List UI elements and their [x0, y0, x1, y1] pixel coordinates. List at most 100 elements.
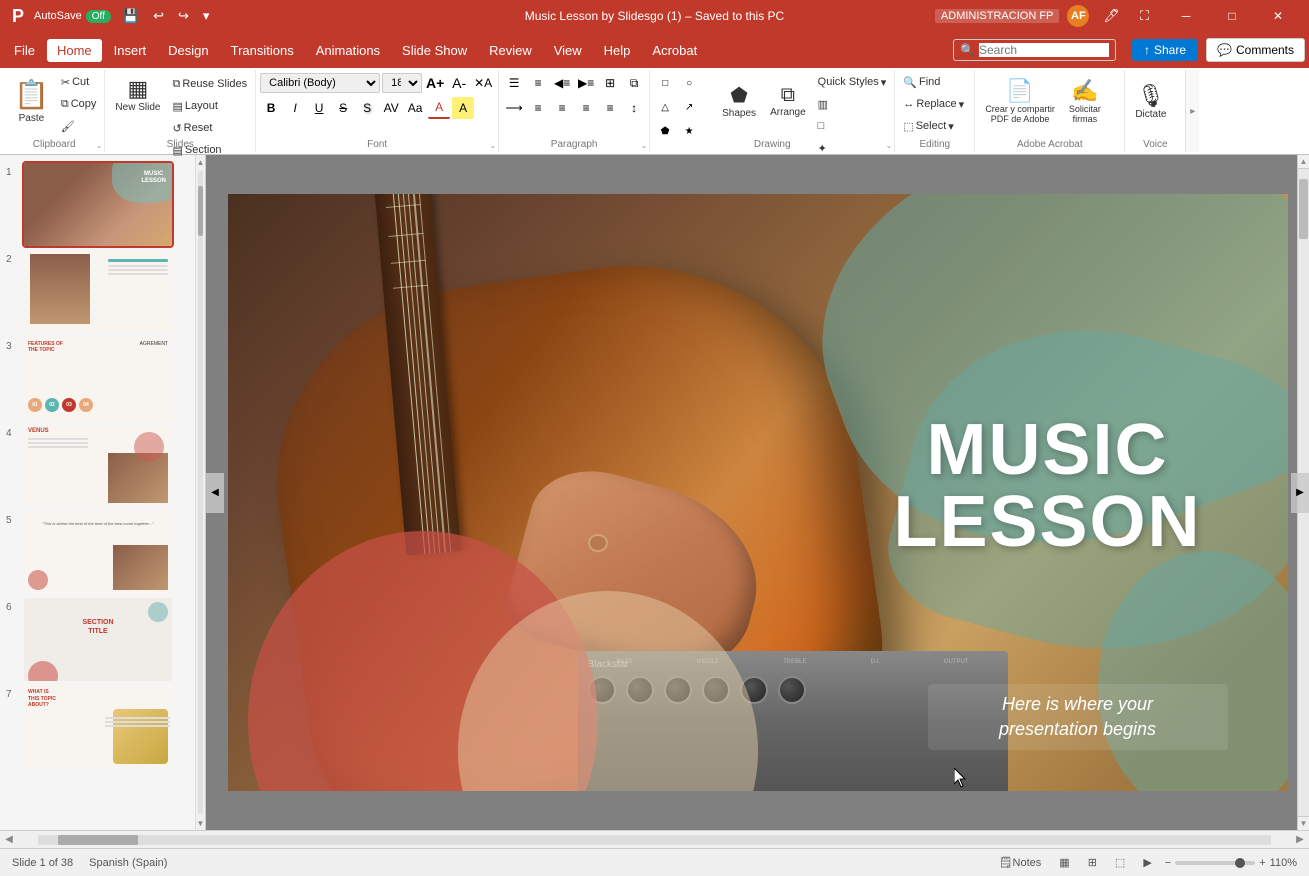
shape-fill-button[interactable]: ▥ — [814, 94, 891, 114]
vscroll-down-btn[interactable]: ▼ — [1298, 816, 1309, 830]
restore-button[interactable]: □ — [1209, 0, 1255, 32]
content-scroll-left[interactable]: ◀ — [206, 473, 224, 513]
menu-home[interactable]: Home — [47, 39, 102, 62]
slide-thumb-6[interactable]: 6 SECTIONTITLE — [4, 596, 191, 683]
strikethrough-button[interactable]: S — [332, 97, 354, 119]
cut-button[interactable]: ✂ Cut — [57, 72, 101, 92]
bold-button[interactable]: B — [260, 97, 282, 119]
vscroll-up-btn[interactable]: ▲ — [1298, 155, 1309, 169]
slide-thumb-5[interactable]: 5 "This is where the best of the best of… — [4, 509, 191, 596]
copy-button[interactable]: ⧉ Copy — [57, 94, 101, 114]
select-button[interactable]: ⬚ Select ▾ — [899, 116, 970, 136]
reset-button[interactable]: ↺ Reset — [168, 118, 251, 138]
align-center-button[interactable]: ≡ — [551, 97, 573, 119]
shapes-button[interactable]: ⬟ Shapes — [716, 72, 762, 130]
font-color-button[interactable]: A — [428, 97, 450, 119]
replace-button[interactable]: ↔ Replace ▾ — [899, 94, 970, 114]
dictate-button[interactable]: 🎙 Dictate — [1129, 72, 1172, 130]
slide-thumb-1[interactable]: 1 MUSICLESSON — [4, 161, 191, 248]
menu-design[interactable]: Design — [158, 39, 218, 62]
menu-animations[interactable]: Animations — [306, 39, 390, 62]
highlight-button[interactable]: A — [452, 97, 474, 119]
menu-acrobat[interactable]: Acrobat — [642, 39, 707, 62]
text-dir-button[interactable]: ⟶ — [503, 97, 525, 119]
text-columns-button[interactable]: ⧉ — [623, 72, 645, 94]
comments-button[interactable]: 💬 Comments — [1206, 38, 1305, 62]
autosave-toggle[interactable]: Off — [86, 10, 111, 23]
numbering-button[interactable]: ≡ — [527, 72, 549, 94]
italic-button[interactable]: I — [284, 97, 306, 119]
zoom-out-icon[interactable]: − — [1165, 857, 1171, 869]
menu-file[interactable]: File — [4, 39, 45, 62]
arrange-button[interactable]: ⧉ Arrange — [764, 72, 812, 130]
font-grow-button[interactable]: A+ — [424, 72, 446, 94]
zoom-thumb[interactable] — [1235, 858, 1245, 868]
pen-icon[interactable]: 🖊 — [1097, 6, 1126, 26]
undo-button[interactable]: ↩ — [147, 6, 170, 26]
ribbon-scroll-button[interactable]: ▸ — [1185, 70, 1199, 152]
align-right-button[interactable]: ≡ — [575, 97, 597, 119]
vscroll-thumb[interactable] — [1299, 179, 1308, 239]
find-button[interactable]: 🔍 Find — [899, 72, 970, 92]
menu-slideshow[interactable]: Slide Show — [392, 39, 477, 62]
panel-scroll-thumb[interactable] — [198, 186, 203, 236]
shape-3[interactable]: △ — [654, 96, 676, 118]
clipboard-collapse[interactable]: ⌄ — [96, 141, 103, 150]
customize-button[interactable]: ▾ — [197, 6, 216, 26]
text-shadow-button[interactable]: S — [356, 97, 378, 119]
font-family-select[interactable]: Calibri (Body) — [260, 73, 380, 93]
char-spacing-button[interactable]: AV — [380, 97, 402, 119]
search-input[interactable] — [979, 43, 1109, 57]
font-collapse[interactable]: ⌄ — [489, 141, 496, 150]
shape-4[interactable]: ↗ — [678, 96, 700, 118]
redo-button[interactable]: ↪ — [172, 6, 195, 26]
content-scroll-right[interactable]: ▶ — [1291, 473, 1309, 513]
paragraph-collapse[interactable]: ⌄ — [640, 141, 647, 150]
font-shrink-button[interactable]: A- — [448, 72, 470, 94]
line-spacing-button[interactable]: ↕ — [623, 97, 645, 119]
close-button[interactable]: ✕ — [1255, 0, 1301, 32]
slide-thumb-7[interactable]: 7 WHAT ISTHIS TOPICABOUT? — [4, 683, 191, 770]
new-slide-button[interactable]: ▦ New Slide — [109, 72, 166, 117]
zoom-in-icon[interactable]: + — [1259, 857, 1265, 869]
bullets-button[interactable]: ☰ — [503, 72, 525, 94]
slide-thumb-4[interactable]: 4 VENUS — [4, 422, 191, 509]
hscroll-thumb[interactable] — [58, 835, 138, 845]
save-button[interactable]: 💾 — [117, 6, 145, 26]
create-pdf-button[interactable]: 📄 Crear y compartirPDF de Adobe — [979, 72, 1061, 130]
reuse-slides-button[interactable]: ⧉ Reuse Slides — [168, 74, 251, 94]
format-painter-button[interactable]: 🖌 — [57, 116, 101, 136]
main-slide[interactable]: Blackstar BASS MIDDLE TREBLE D.I. — [228, 194, 1288, 791]
minimize-button[interactable]: ─ — [1163, 0, 1209, 32]
menu-insert[interactable]: Insert — [104, 39, 157, 62]
case-button[interactable]: Aa — [404, 97, 426, 119]
shape-outline-button[interactable]: □ — [814, 116, 891, 136]
fullscreen-icon[interactable]: ⛶ — [1134, 6, 1155, 26]
shape-2[interactable]: ○ — [678, 72, 700, 94]
smart-art-button[interactable]: ⊞ — [599, 72, 621, 94]
request-signatures-button[interactable]: ✍ Solicitarfirmas — [1063, 72, 1107, 130]
slide-thumb-3[interactable]: 3 FEATURES OFTHE TOPIC AGREMENT 01 02 03… — [4, 335, 191, 422]
hscroll-left-btn[interactable]: ◀ — [0, 831, 18, 849]
align-left-button[interactable]: ≡ — [527, 97, 549, 119]
quick-styles-button[interactable]: Quick Styles ▾ — [814, 72, 891, 92]
paste-button[interactable]: 📋 Paste — [8, 72, 55, 130]
zoom-slider[interactable] — [1175, 861, 1255, 865]
drawing-collapse[interactable]: ⌄ — [886, 141, 893, 150]
menu-help[interactable]: Help — [594, 39, 641, 62]
menu-transitions[interactable]: Transitions — [221, 39, 304, 62]
increase-indent-button[interactable]: ▶≡ — [575, 72, 597, 94]
menu-review[interactable]: Review — [479, 39, 542, 62]
clear-format-button[interactable]: ✕A — [472, 72, 494, 94]
user-avatar[interactable]: AF — [1067, 5, 1089, 27]
justify-button[interactable]: ≡ — [599, 97, 621, 119]
search-box[interactable]: 🔍 — [953, 39, 1116, 61]
shape-1[interactable]: □ — [654, 72, 676, 94]
share-button[interactable]: ↑ Share — [1132, 39, 1198, 61]
menu-view[interactable]: View — [544, 39, 592, 62]
font-size-select[interactable]: 18 — [382, 73, 422, 93]
layout-button[interactable]: ▤ Layout — [168, 96, 251, 116]
hscroll-right-btn[interactable]: ▶ — [1291, 831, 1309, 849]
slide-thumb-2[interactable]: 2 — [4, 248, 191, 335]
panel-scroll-down[interactable]: ▼ — [196, 816, 205, 830]
